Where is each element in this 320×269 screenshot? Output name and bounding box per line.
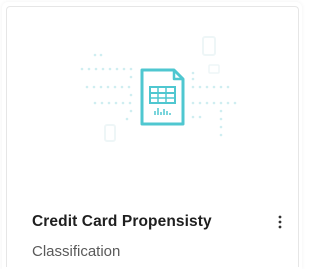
model-card[interactable]: Credit Card Propensisty Classification xyxy=(6,6,299,267)
card-subtitle: Classification xyxy=(32,243,121,260)
card-title: Credit Card Propensisty xyxy=(32,213,212,230)
spreadsheet-document-icon xyxy=(140,68,185,126)
more-options-button[interactable] xyxy=(271,211,289,233)
more-vertical-icon xyxy=(278,215,282,229)
card-illustration xyxy=(80,36,237,142)
